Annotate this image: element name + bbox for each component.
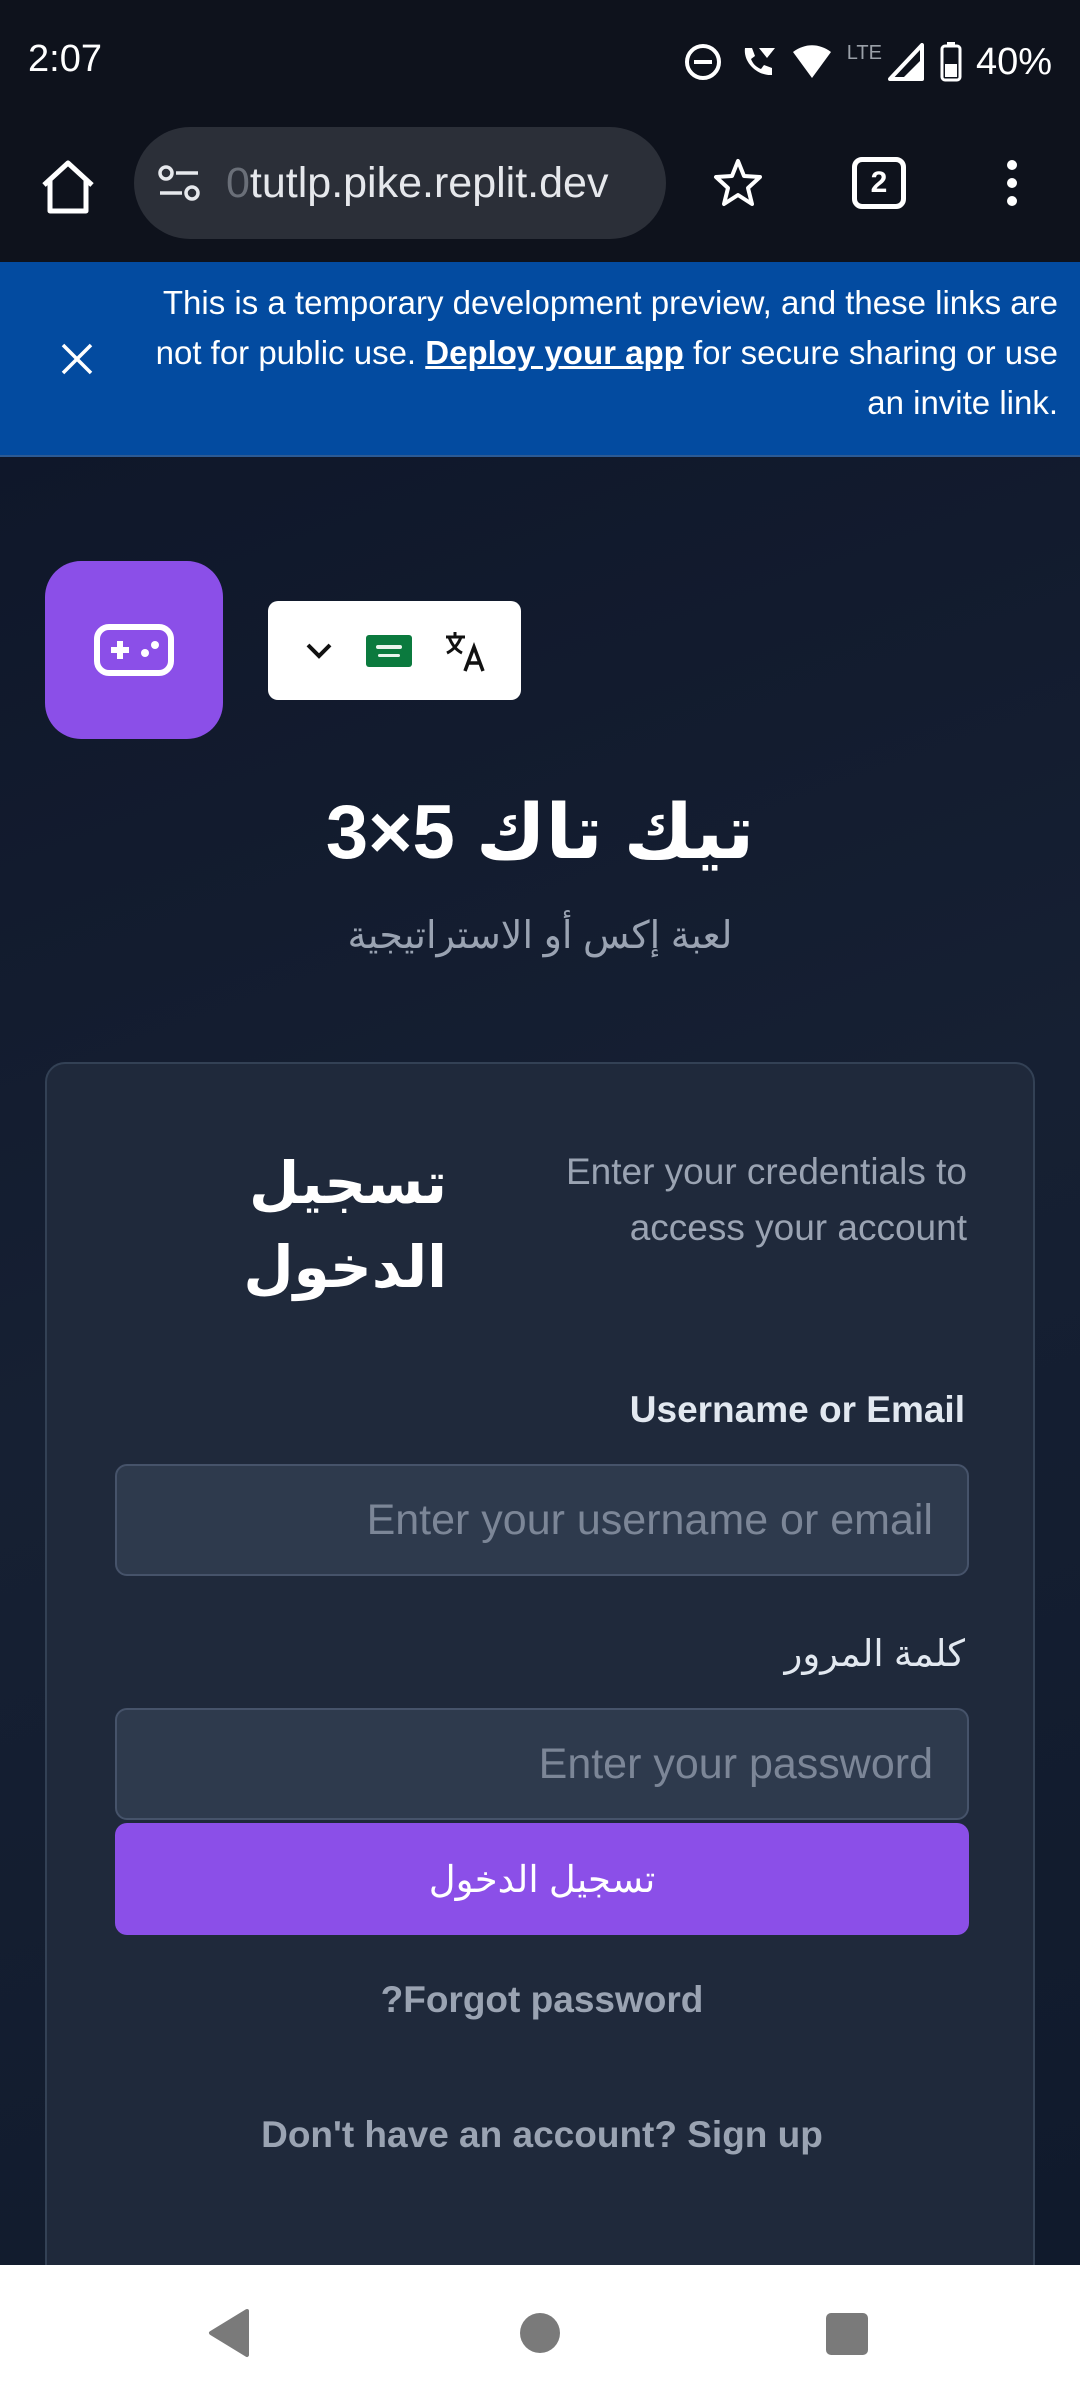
network-type: LTE (846, 41, 882, 64)
banner-text-after: for secure sharing or use an invite link… (683, 334, 1058, 421)
screen: 2:07 LTE 40% 0tutlp.pike.replit.dev 2 Th… (0, 0, 1080, 2400)
signal-icon (887, 43, 924, 81)
login-description: Enter your credentials to access your ac… (565, 1151, 967, 1248)
battery-icon (940, 42, 962, 82)
language-selector[interactable] (268, 601, 521, 700)
gamepad-icon (94, 624, 174, 676)
battery-percent: 40% (975, 40, 1052, 83)
wifi-calling-icon (744, 48, 775, 76)
wifi-icon (792, 45, 831, 78)
banner-text: This is a temporary development preview,… (110, 278, 1058, 428)
more-icon[interactable] (1000, 153, 1024, 213)
game-title: تيك تاك 5×3 (325, 790, 755, 875)
system-nav-bar (0, 2265, 1080, 2400)
browser-toolbar: 0tutlp.pike.replit.dev 2 (0, 125, 1080, 262)
home-icon[interactable] (36, 155, 100, 219)
forgot-password-link[interactable]: Forgot password? (47, 1979, 1037, 2021)
status-time: 2:07 (28, 38, 102, 80)
status-icons: LTE 40% (683, 38, 1052, 86)
app-logo (45, 561, 223, 739)
back-icon[interactable] (205, 2307, 251, 2359)
site-settings-icon[interactable] (156, 163, 202, 203)
username-input[interactable] (115, 1464, 969, 1576)
login-button[interactable]: تسجيل الدخول (115, 1823, 969, 1935)
login-title: تسجيل الدخول (243, 1151, 447, 1300)
dnd-icon (684, 44, 721, 80)
url-bar[interactable]: 0tutlp.pike.replit.dev (134, 127, 666, 239)
dev-preview-banner: This is a temporary development preview,… (0, 262, 1080, 457)
url-text-main: tutlp.pike.replit.dev (249, 159, 609, 207)
deploy-link[interactable]: Deploy your app (425, 334, 684, 371)
chevron-down-icon (306, 643, 332, 659)
status-bar: 2:07 LTE 40% (0, 0, 1080, 125)
signup-link[interactable]: Don't have an account? Sign up (47, 2114, 1037, 2156)
password-label: كلمة المرور (784, 1633, 965, 1674)
username-label: Username or Email (629, 1389, 965, 1430)
star-icon[interactable] (708, 153, 768, 213)
main-content: تيك تاك 5×3 لعبة إكس أو الاستراتيجية تسج… (0, 457, 1080, 2292)
tabs-button[interactable]: 2 (852, 157, 906, 209)
recents-button[interactable] (826, 2313, 868, 2355)
saudi-flag-icon (365, 634, 412, 667)
url-text: 0tutlp.pike.replit.dev (226, 159, 608, 208)
home-button[interactable] (520, 2313, 560, 2353)
login-card: تسجيل الدخول Enter your credentials to a… (45, 1062, 1035, 2292)
url-text-faded: 0 (226, 159, 250, 207)
close-icon[interactable] (58, 340, 96, 378)
translate-icon (446, 631, 485, 672)
game-subtitle: لعبة إكس أو الاستراتيجية (347, 915, 733, 957)
password-input[interactable] (115, 1708, 969, 1820)
